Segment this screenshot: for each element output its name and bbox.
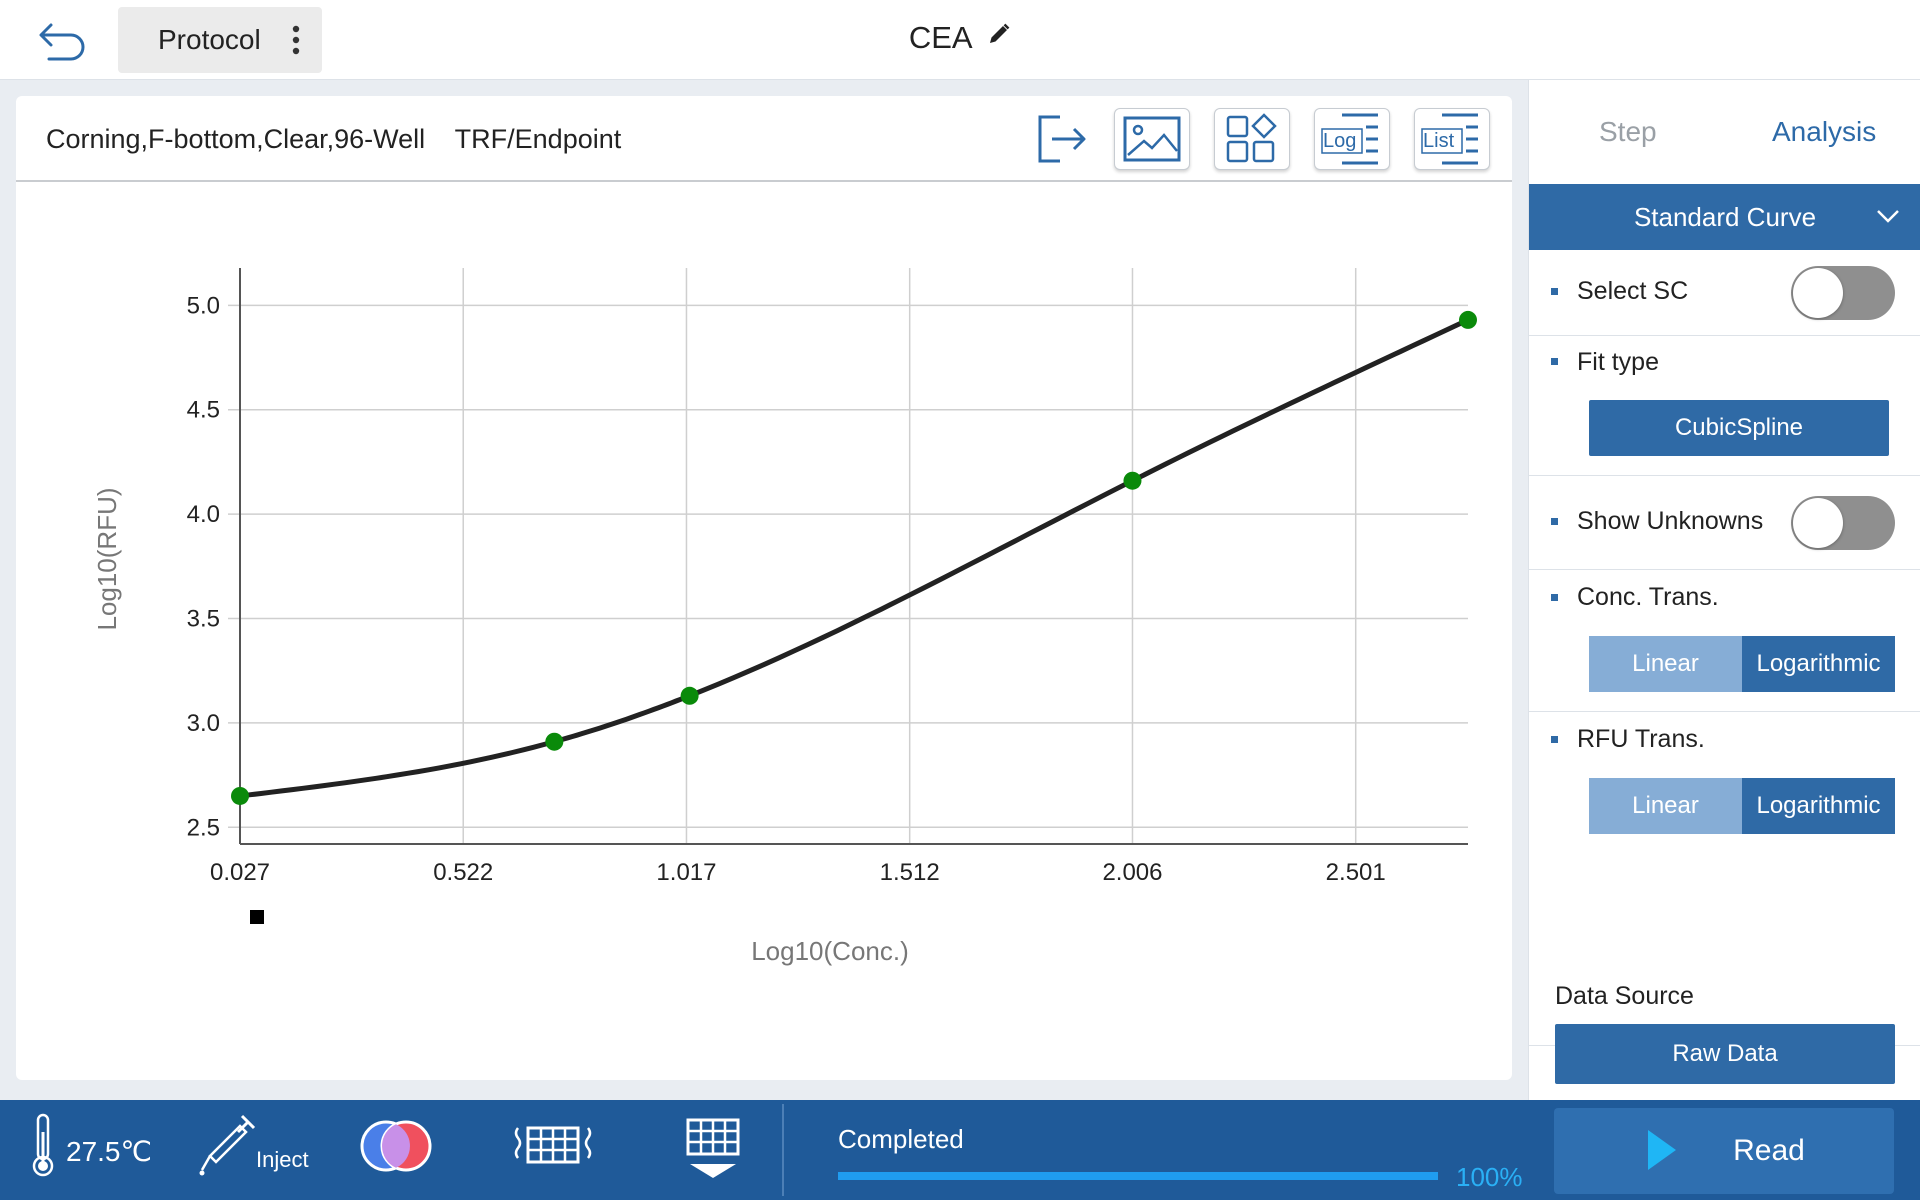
data-point [1459, 310, 1477, 329]
fit-type-section: Fit type CubicSpline [1529, 336, 1920, 476]
x-tick-label: 2.006 [1102, 859, 1162, 886]
plate-shake-icon [514, 1126, 592, 1164]
top-bar: Protocol CEA [0, 0, 1920, 80]
pipette-icon [199, 1114, 256, 1176]
x-tick-label: 1.017 [656, 859, 716, 886]
standard-curve-line [239, 317, 1470, 799]
y-tick-label: 3.5 [187, 606, 220, 633]
fit-type-label: Fit type [1577, 348, 1659, 376]
chevron-down-icon [1877, 210, 1899, 223]
list-label: List [1423, 130, 1455, 152]
bullet [1551, 736, 1558, 743]
plate-eject-icon [686, 1118, 740, 1178]
list-view-button[interactable]: List [1414, 108, 1490, 170]
conc-trans-label: Conc. Trans. [1577, 583, 1719, 611]
edit-pencil-icon[interactable] [987, 22, 1011, 46]
conc-trans-segmented: Linear Logarithmic [1589, 636, 1895, 692]
protocol-title[interactable]: CEA [0, 18, 1920, 56]
temperature-control[interactable]: 27.5℃ [28, 1112, 152, 1178]
page-title: CEA [908, 19, 973, 55]
x-tick-label: 0.027 [210, 859, 270, 886]
data-point [680, 686, 699, 705]
bottom-divider [782, 1104, 784, 1196]
y-tick-label: 5.0 [187, 292, 220, 319]
tab-analysis[interactable]: Analysis [1772, 116, 1876, 148]
analysis-type-label: Standard Curve [1633, 201, 1817, 232]
plate-shake-button[interactable] [512, 1122, 594, 1170]
play-icon [1648, 1130, 1676, 1170]
progress-fill [838, 1172, 1438, 1180]
y-axis-label: Log10(RFU) [92, 487, 122, 630]
conc-trans-section: Conc. Trans. Linear Logarithmic [1529, 570, 1920, 712]
x-tick-label: 1.512 [880, 859, 940, 886]
x-tick-label: 2.501 [1326, 859, 1386, 886]
show-unknowns-label: Show Unknowns [1577, 507, 1764, 535]
tab-step[interactable]: Step [1599, 116, 1657, 148]
x-tick-label: 0.522 [433, 859, 493, 886]
y-tick-label: 3.0 [187, 710, 220, 737]
rfu-trans-segmented: Linear Logarithmic [1589, 778, 1895, 834]
log-view-button[interactable]: Log [1314, 108, 1390, 170]
rfu-logarithmic-option[interactable]: Logarithmic [1742, 778, 1895, 834]
export-icon [1038, 115, 1086, 163]
run-status: Completed [838, 1124, 964, 1154]
conc-linear-option[interactable]: Linear [1589, 636, 1742, 692]
panel-tabs: Step Analysis [1529, 80, 1920, 184]
chart-card: Corning,F-bottom,Clear,96-Well TRF/Endpo… [16, 96, 1512, 1080]
rfu-trans-label: RFU Trans. [1577, 725, 1705, 753]
channel-button[interactable] [358, 1118, 434, 1174]
color-channels-icon [360, 1120, 432, 1172]
inject-button[interactable]: Inject [198, 1112, 309, 1178]
standard-curve-chart-area: 0.027 0.522 1.017 1.512 2.006 2.501 2.5 3.0 3.5 4… [16, 184, 1512, 1080]
select-sc-label: Select SC [1577, 277, 1689, 305]
toggle-knob [1793, 498, 1843, 548]
analysis-panel: Step Analysis Standard Curve Select SC F… [1528, 80, 1920, 1100]
data-point [545, 732, 564, 751]
progress-bar [838, 1172, 1438, 1180]
select-sc-toggle[interactable] [1791, 266, 1895, 320]
image-view-button[interactable] [1114, 108, 1190, 170]
fit-type-button[interactable]: CubicSpline [1589, 400, 1889, 456]
layout-view-button[interactable] [1214, 108, 1290, 170]
conc-logarithmic-option[interactable]: Logarithmic [1742, 636, 1895, 692]
read-button[interactable]: Read [1554, 1108, 1894, 1194]
select-sc-section: Select SC [1529, 250, 1920, 336]
bullet [1551, 594, 1558, 601]
thermometer-icon [32, 1113, 54, 1177]
bullet [1551, 288, 1558, 295]
grid-layout-icon [1226, 113, 1277, 163]
chart-card-header: Corning,F-bottom,Clear,96-Well TRF/Endpo… [16, 96, 1512, 182]
analysis-type-dropdown[interactable]: Standard Curve [1529, 184, 1920, 250]
y-tick-label: 4.0 [187, 501, 220, 528]
legend-marker [250, 910, 264, 924]
log-label: Log [1323, 130, 1357, 152]
show-unknowns-toggle[interactable] [1791, 496, 1895, 550]
export-button[interactable] [1024, 108, 1100, 170]
standard-curve-chart: 0.027 0.522 1.017 1.512 2.006 2.501 2.5 3.0 3.5 4… [92, 268, 1477, 966]
image-icon [1123, 116, 1181, 162]
bullet [1551, 518, 1558, 525]
data-source-label: Data Source [1555, 982, 1694, 1010]
data-source-button[interactable]: Raw Data [1555, 1024, 1895, 1084]
y-tick-label: 4.5 [187, 397, 220, 424]
progress-percent: 100% [1456, 1162, 1523, 1192]
data-point [231, 786, 249, 805]
data-point [1123, 471, 1142, 490]
plate-type: Corning,F-bottom,Clear,96-Well [46, 124, 426, 154]
read-label: Read [1733, 1134, 1805, 1167]
inject-label: Inject [256, 1147, 309, 1172]
y-tick-label: 2.5 [187, 814, 220, 841]
temperature-value: 27.5℃ [66, 1135, 152, 1167]
plate-info: Corning,F-bottom,Clear,96-Well TRF/Endpo… [46, 124, 621, 155]
read-mode: TRF/Endpoint [454, 124, 622, 154]
rfu-linear-option[interactable]: Linear [1589, 778, 1742, 834]
x-axis-label: Log10(Conc.) [751, 936, 909, 966]
plate-eject-button[interactable] [686, 1118, 740, 1180]
toggle-knob [1793, 268, 1843, 318]
bullet [1551, 358, 1558, 365]
show-unknowns-section: Show Unknowns [1529, 476, 1920, 570]
